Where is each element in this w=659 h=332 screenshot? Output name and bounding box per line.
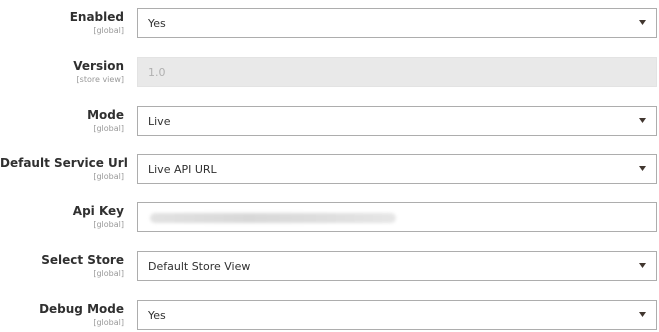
chevron-down-icon (628, 9, 656, 37)
field-row-mode: Mode [global] Live (0, 106, 659, 138)
debug-mode-label: Debug Mode (39, 302, 124, 316)
field-row-version: Version [store view] 1.0 (0, 57, 659, 89)
field-row-service-url: Default Service Url [global] Live API UR… (0, 154, 659, 186)
select-store-select-value: Default Store View (148, 260, 251, 273)
mode-scope: [global] (93, 124, 124, 133)
field-row-select-store: Select Store [global] Default Store View (0, 251, 659, 283)
chevron-down-icon (628, 252, 656, 280)
enabled-select[interactable]: Yes (137, 8, 657, 38)
api-key-input[interactable] (137, 202, 657, 232)
api-key-redacted-value (150, 213, 396, 223)
enabled-select-value: Yes (148, 17, 166, 30)
mode-select-value: Live (148, 115, 171, 128)
service-url-select[interactable]: Live API URL (137, 154, 657, 184)
chevron-down-icon (628, 301, 656, 329)
chevron-down-icon (628, 107, 656, 135)
api-key-scope: [global] (93, 220, 124, 229)
version-scope: [store view] (76, 75, 124, 84)
service-url-label: Default Service Url (0, 156, 128, 170)
chevron-down-icon (628, 155, 656, 183)
api-key-label: Api Key (72, 204, 124, 218)
service-url-scope: [global] (93, 172, 124, 181)
field-row-api-key: Api Key [global] (0, 202, 659, 234)
debug-mode-select[interactable]: Yes (137, 300, 657, 330)
version-input-value: 1.0 (148, 66, 166, 79)
mode-label-group: Mode [global] (0, 108, 124, 134)
select-store-label: Select Store (41, 253, 124, 267)
version-label: Version (73, 59, 124, 73)
select-store-scope: [global] (93, 269, 124, 278)
enabled-scope: [global] (93, 26, 124, 35)
field-row-debug-mode: Debug Mode [global] Yes (0, 300, 659, 332)
select-store-label-group: Select Store [global] (0, 253, 124, 279)
select-store-select[interactable]: Default Store View (137, 251, 657, 281)
version-input: 1.0 (137, 57, 657, 87)
version-label-group: Version [store view] (0, 59, 124, 85)
mode-select[interactable]: Live (137, 106, 657, 136)
enabled-label: Enabled (69, 10, 124, 24)
field-row-enabled: Enabled [global] Yes (0, 8, 659, 40)
debug-mode-scope: [global] (93, 318, 124, 327)
service-url-select-value: Live API URL (148, 163, 217, 176)
mode-label: Mode (87, 108, 124, 122)
enabled-label-group: Enabled [global] (0, 10, 124, 36)
debug-mode-label-group: Debug Mode [global] (0, 302, 124, 328)
api-key-label-group: Api Key [global] (0, 204, 124, 230)
debug-mode-select-value: Yes (148, 309, 166, 322)
service-url-label-group: Default Service Url [global] (0, 156, 128, 182)
